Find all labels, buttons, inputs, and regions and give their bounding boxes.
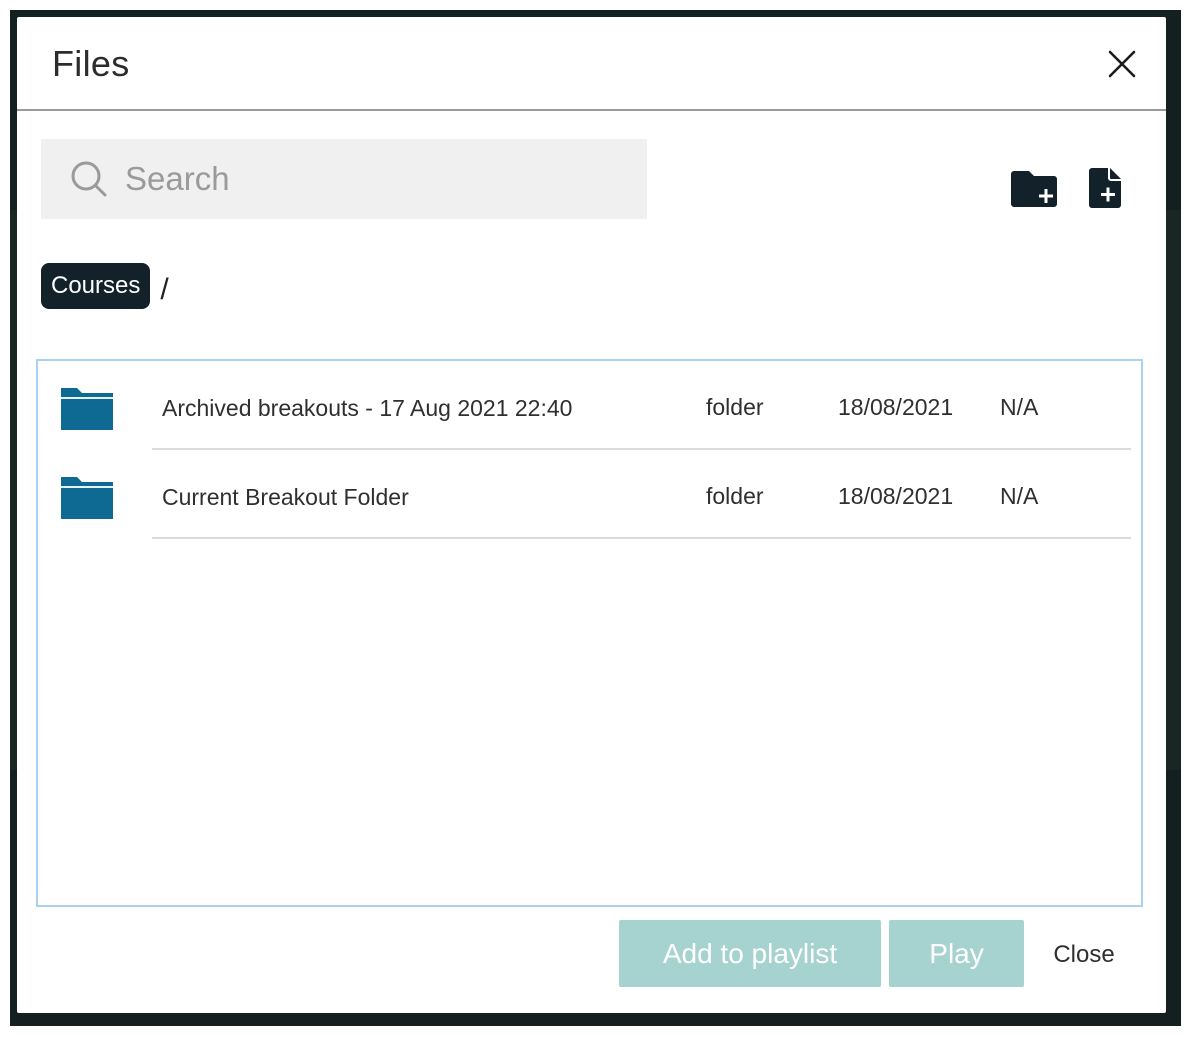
new-folder-icon[interactable]	[1011, 167, 1059, 209]
file-size: N/A	[1000, 394, 1039, 420]
breadcrumb-item-courses[interactable]: Courses	[41, 263, 151, 309]
add-to-playlist-button[interactable]: Add to playlist	[619, 920, 881, 987]
close-button[interactable]: Close	[1039, 930, 1129, 980]
file-name: Archived breakouts - 17 Aug 2021 22:40	[162, 395, 573, 421]
file-list: Archived breakouts - 17 Aug 2021 22:40 f…	[36, 359, 1143, 907]
search-icon	[71, 161, 107, 197]
file-date: 18/08/2021	[838, 394, 954, 420]
file-date: 18/08/2021	[838, 483, 954, 509]
close-icon[interactable]	[1107, 49, 1137, 79]
file-type: folder	[706, 483, 764, 509]
file-row[interactable]: Current Breakout Folder folder 18/08/202…	[38, 450, 1141, 539]
row-divider	[152, 537, 1131, 539]
search-input[interactable]	[125, 155, 625, 203]
breadcrumb: Courses /	[41, 263, 169, 309]
file-type: folder	[706, 394, 764, 420]
file-row[interactable]: Archived breakouts - 17 Aug 2021 22:40 f…	[38, 361, 1141, 450]
file-size: N/A	[1000, 483, 1039, 509]
dialog-title: Files	[52, 43, 130, 84]
files-dialog: Files Courses / Archived	[17, 17, 1166, 1013]
file-name: Current Breakout Folder	[162, 484, 409, 510]
dialog-header: Files	[17, 17, 1166, 111]
play-button[interactable]: Play	[889, 920, 1024, 987]
breadcrumb-separator: /	[160, 273, 169, 306]
folder-icon	[61, 477, 113, 519]
new-file-icon[interactable]	[1089, 167, 1123, 209]
folder-icon	[61, 388, 113, 430]
search-box	[41, 139, 647, 219]
